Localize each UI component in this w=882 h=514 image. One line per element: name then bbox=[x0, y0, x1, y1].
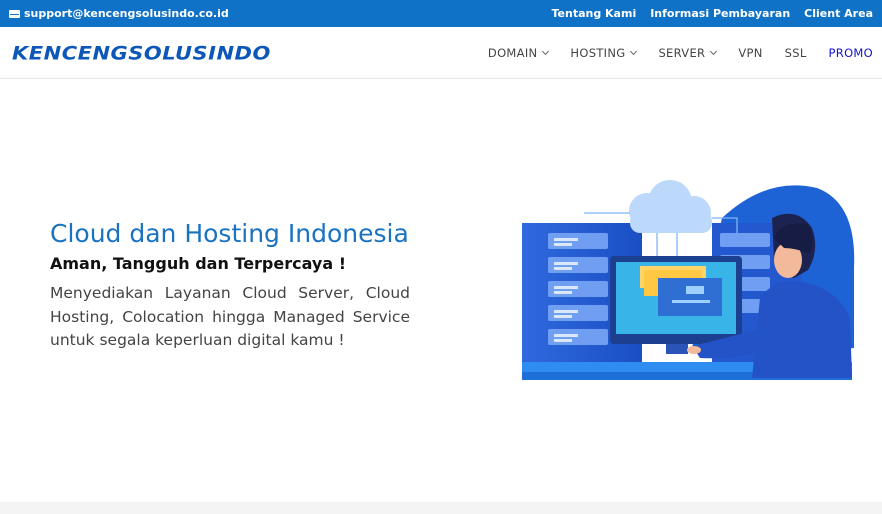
main-navbar: KENCENGSOLUSINDO DOMAIN HOSTING SERVER V… bbox=[0, 27, 882, 79]
nav-domain[interactable]: DOMAIN bbox=[487, 46, 550, 60]
nav-promo-label: PROMO bbox=[828, 46, 873, 60]
site-logo[interactable]: KENCENGSOLUSINDO bbox=[12, 39, 271, 67]
logo-text: KENCENGSOLUSINDO bbox=[12, 42, 271, 64]
nav-server[interactable]: SERVER bbox=[658, 46, 718, 60]
support-email[interactable]: support@kencengsolusindo.co.id bbox=[9, 0, 229, 27]
link-informasi-pembayaran[interactable]: Informasi Pembayaran bbox=[650, 7, 790, 20]
top-bar: support@kencengsolusindo.co.id Tentang K… bbox=[0, 0, 882, 27]
chevron-down-icon bbox=[542, 47, 550, 56]
hero-title: Cloud dan Hosting Indonesia bbox=[50, 219, 409, 248]
chevron-down-icon bbox=[630, 47, 638, 56]
nav-hosting-label: HOSTING bbox=[570, 46, 626, 60]
mail-icon bbox=[9, 9, 20, 18]
main-nav: DOMAIN HOSTING SERVER VPN SSL PROMO bbox=[488, 27, 873, 79]
section-divider bbox=[0, 502, 882, 514]
nav-promo[interactable]: PROMO bbox=[829, 46, 873, 60]
hero-description: Menyediakan Layanan Cloud Server, Cloud … bbox=[50, 284, 410, 349]
nav-vpn[interactable]: VPN bbox=[738, 46, 762, 60]
nav-vpn-label: VPN bbox=[738, 46, 763, 60]
top-links: Tentang Kami Informasi Pembayaran Client… bbox=[551, 0, 873, 27]
nav-server-label: SERVER bbox=[658, 46, 706, 60]
link-tentang-kami[interactable]: Tentang Kami bbox=[551, 7, 636, 20]
link-client-area[interactable]: Client Area bbox=[804, 7, 873, 20]
chevron-down-icon bbox=[710, 47, 718, 56]
nav-ssl-label: SSL bbox=[784, 46, 807, 60]
nav-hosting[interactable]: HOSTING bbox=[570, 46, 638, 60]
support-email-text: support@kencengsolusindo.co.id bbox=[24, 7, 229, 20]
hero-subtitle: Aman, Tangguh dan Terpercaya ! bbox=[50, 254, 347, 273]
cloud-server-illustration bbox=[522, 180, 855, 380]
nav-domain-label: DOMAIN bbox=[487, 46, 538, 60]
nav-ssl[interactable]: SSL bbox=[785, 46, 807, 60]
